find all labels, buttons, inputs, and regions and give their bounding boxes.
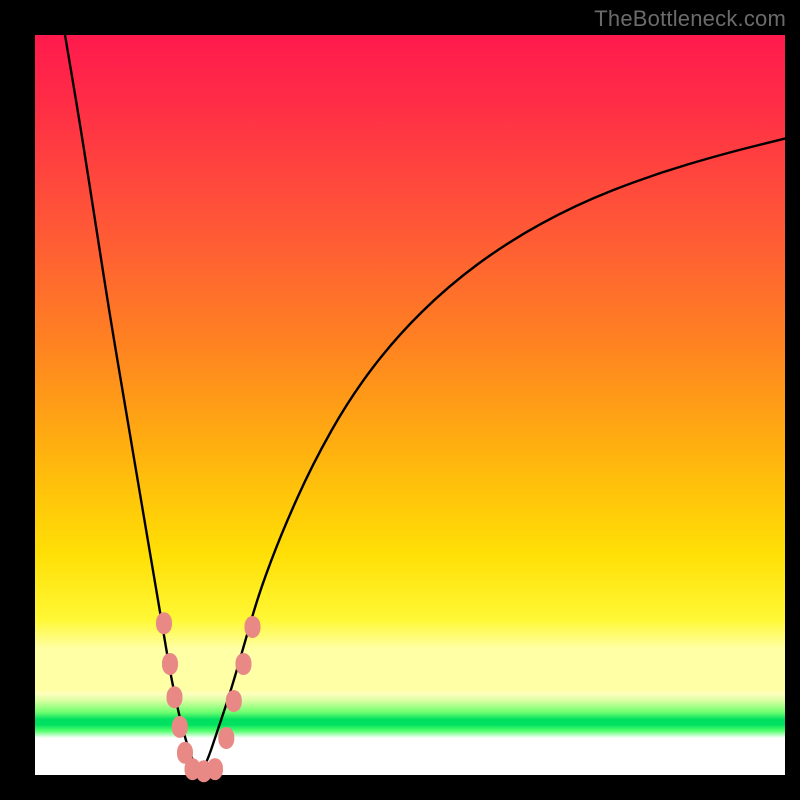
highlight-dot xyxy=(226,690,242,712)
highlight-dot xyxy=(162,653,178,675)
plot-area xyxy=(35,35,785,775)
highlight-dot xyxy=(172,716,188,738)
highlight-dot xyxy=(167,686,183,708)
highlight-dot xyxy=(236,653,252,675)
highlight-dot xyxy=(207,758,223,780)
highlight-dot xyxy=(218,727,234,749)
highlight-dot xyxy=(156,612,172,634)
chart-svg xyxy=(35,35,785,775)
watermark-text: TheBottleneck.com xyxy=(594,6,786,32)
chart-frame: TheBottleneck.com xyxy=(0,0,800,800)
highlight-dot xyxy=(245,616,261,638)
